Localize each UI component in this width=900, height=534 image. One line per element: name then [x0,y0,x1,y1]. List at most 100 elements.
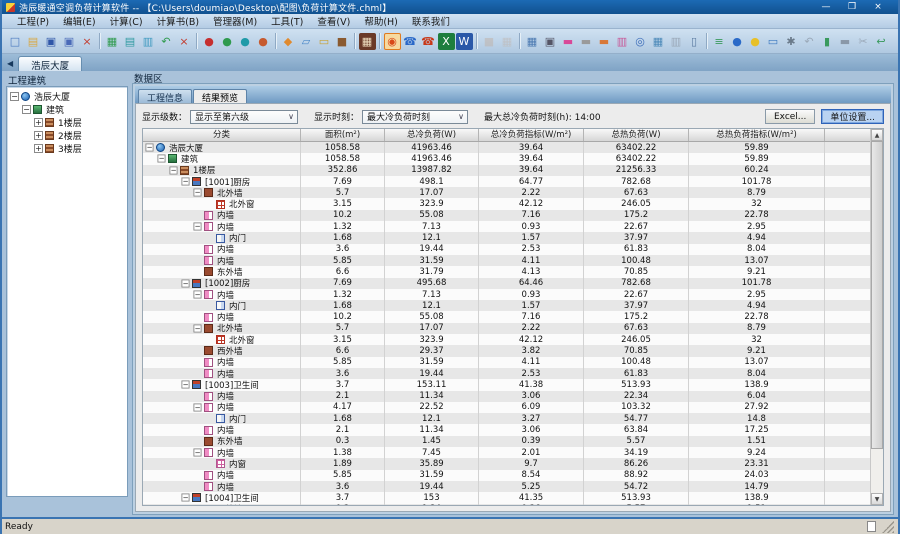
field-orange-icon[interactable]: ▬ [596,33,613,50]
delete-icon[interactable]: × [79,33,96,50]
table-row[interactable]: −[1001]厨房7.69498.164.77782.68101.78 [143,176,870,187]
building-manager-icon[interactable]: ▤ [122,33,139,50]
expand-toggle-icon[interactable]: + [34,144,43,153]
table-grid-icon[interactable]: ▦ [650,33,667,50]
undo-tool-icon[interactable]: ↶ [801,33,818,50]
expand-toggle-icon[interactable]: − [193,324,201,332]
menu-item[interactable]: 联系我们 [405,14,457,28]
excel-export-button[interactable]: Excel... [765,109,815,124]
field-pink-icon[interactable]: ▬ [560,33,577,50]
column-header[interactable]: 分类 [143,129,301,141]
save-as-icon[interactable]: ▣ [61,33,78,50]
menu-item[interactable]: 管理器(M) [206,14,264,28]
table-row[interactable]: 内墙5.8531.594.11100.4813.07 [143,357,870,368]
expand-toggle-icon[interactable]: − [193,189,201,197]
vertical-scrollbar[interactable]: ▲ ▼ [870,129,883,505]
cool-load-calc-icon[interactable]: ● [201,33,218,50]
save-icon[interactable]: ▣ [43,33,60,50]
table-row[interactable]: −北外墙5.717.072.2267.638.79 [143,187,870,198]
tab-scroll-left-icon[interactable]: ◀ [7,59,13,68]
column-header[interactable]: 总冷负荷(W) [385,129,479,141]
table-row[interactable]: 内门1.6812.11.5737.974.94 [143,300,870,311]
close-button[interactable]: × [872,2,884,12]
table-row[interactable]: 东外墙6.631.794.1370.859.21 [143,266,870,277]
table-row[interactable]: −内墙4.1722.526.09103.3227.92 [143,402,870,413]
expand-toggle-icon[interactable]: + [34,131,43,140]
expand-toggle-icon[interactable]: − [193,223,201,231]
table-row[interactable]: 内墙2.111.343.0622.346.04 [143,391,870,402]
tree-node[interactable]: −建筑 [7,103,127,116]
table-row[interactable]: −[1003]卫生间3.7153.1141.38513.93138.9 [143,379,870,390]
expand-toggle-icon[interactable]: − [181,177,189,185]
export-tool-icon[interactable]: ▱ [298,33,315,50]
menu-item[interactable]: 工程(P) [10,14,56,28]
table-row[interactable]: 内墙3.619.442.5361.838.04 [143,244,870,255]
settings-tool-icon[interactable]: ✱ [783,33,800,50]
cut-tool-icon[interactable]: ✂ [855,33,872,50]
tree-node[interactable]: +3楼层 [7,142,127,155]
new-building-icon[interactable]: ▦ [104,33,121,50]
scrollbar-thumb[interactable] [871,141,883,449]
menu-item[interactable]: 计算(C) [103,14,150,28]
table-row[interactable]: 西外墙0.31.340.365.571.51 [143,504,870,506]
table-row[interactable]: −内墙1.327.130.9322.672.95 [143,289,870,300]
word-tool-icon[interactable]: W [456,33,473,50]
table-row[interactable]: 内墙2.111.343.0663.8417.25 [143,424,870,435]
template-tool-icon[interactable]: ■ [334,33,351,50]
bulb-tool-icon[interactable]: ● [747,33,764,50]
expand-toggle-icon[interactable]: − [181,279,189,287]
table-row[interactable]: 内墙5.8531.598.5488.9224.03 [143,470,870,481]
table-row[interactable]: 西外墙6.629.373.8270.859.21 [143,345,870,356]
scroll-down-icon[interactable]: ▼ [871,493,883,505]
person-view-icon[interactable]: ▣ [542,33,559,50]
expand-toggle-icon[interactable]: − [193,290,201,298]
scroll-up-icon[interactable]: ▲ [871,129,883,141]
table-row[interactable]: −北外墙5.717.072.2267.638.79 [143,323,870,334]
tab-result-preview[interactable]: 结果预览 [193,89,247,103]
table-row[interactable]: 内门1.6812.13.2754.7714.8 [143,413,870,424]
expand-toggle-icon[interactable]: − [181,381,189,389]
tree-node[interactable]: +2楼层 [7,129,127,142]
restore-building-icon[interactable]: ↶ [158,33,175,50]
unit-settings-button[interactable]: 单位设置... [821,109,884,124]
maximize-button[interactable]: ❒ [846,2,858,12]
expand-toggle-icon[interactable]: − [169,166,177,174]
expand-toggle-icon[interactable]: − [10,92,19,101]
table-row[interactable]: 内墙3.619.442.5361.838.04 [143,368,870,379]
expand-toggle-icon[interactable]: − [22,105,31,114]
tab-project-info[interactable]: 工程信息 [138,89,192,103]
sync-tool-icon[interactable]: ◉ [384,33,401,50]
image-view-icon[interactable]: ▦ [359,33,376,50]
phone-red-icon[interactable]: ☎ [420,33,437,50]
expand-toggle-icon[interactable]: − [193,403,201,411]
expand-toggle-icon[interactable]: − [145,144,153,152]
delete-building-icon[interactable]: × [176,33,193,50]
open-folder-icon[interactable]: ▤ [25,33,42,50]
expand-toggle-icon[interactable]: − [181,494,189,502]
screen-tool-icon[interactable]: ▭ [765,33,782,50]
moisture-calc-icon[interactable]: ● [237,33,254,50]
display-level-select[interactable]: 显示至第六级 ∨ [190,110,298,124]
minus-tool-icon[interactable]: ▬ [837,33,854,50]
excel-tool-icon[interactable]: X [438,33,455,50]
table-row[interactable]: −内墙1.327.130.9322.672.95 [143,221,870,232]
resize-grip[interactable] [882,521,894,533]
field-gray-icon[interactable]: ▬ [578,33,595,50]
copy-building-icon[interactable]: ▥ [140,33,157,50]
heat-load-calc-icon[interactable]: ● [219,33,236,50]
globe-nav-icon[interactable]: ● [729,33,746,50]
menu-item[interactable]: 工具(T) [264,14,310,28]
menu-item[interactable]: 查看(V) [310,14,357,28]
column-header[interactable]: 总热负荷(W) [584,129,689,141]
new-file-icon[interactable]: □ [7,33,24,50]
menu-item[interactable]: 计算书(B) [150,14,206,28]
table-row[interactable]: −浩辰大厦1058.5841963.4639.6463402.2259.89 [143,142,870,153]
chart-pink-icon[interactable]: ▥ [614,33,631,50]
table-row[interactable]: 内墙3.619.445.2554.7214.79 [143,481,870,492]
column-header[interactable]: 总热负荷指标(W/m²) [689,129,825,141]
table-row[interactable]: −[1004]卫生间3.715341.35513.93138.9 [143,492,870,503]
menu-item[interactable]: 编辑(E) [56,14,102,28]
tree-node[interactable]: +1楼层 [7,116,127,129]
table-row[interactable]: 内窗1.8935.899.786.2623.31 [143,458,870,469]
expand-toggle-icon[interactable]: − [193,449,201,457]
